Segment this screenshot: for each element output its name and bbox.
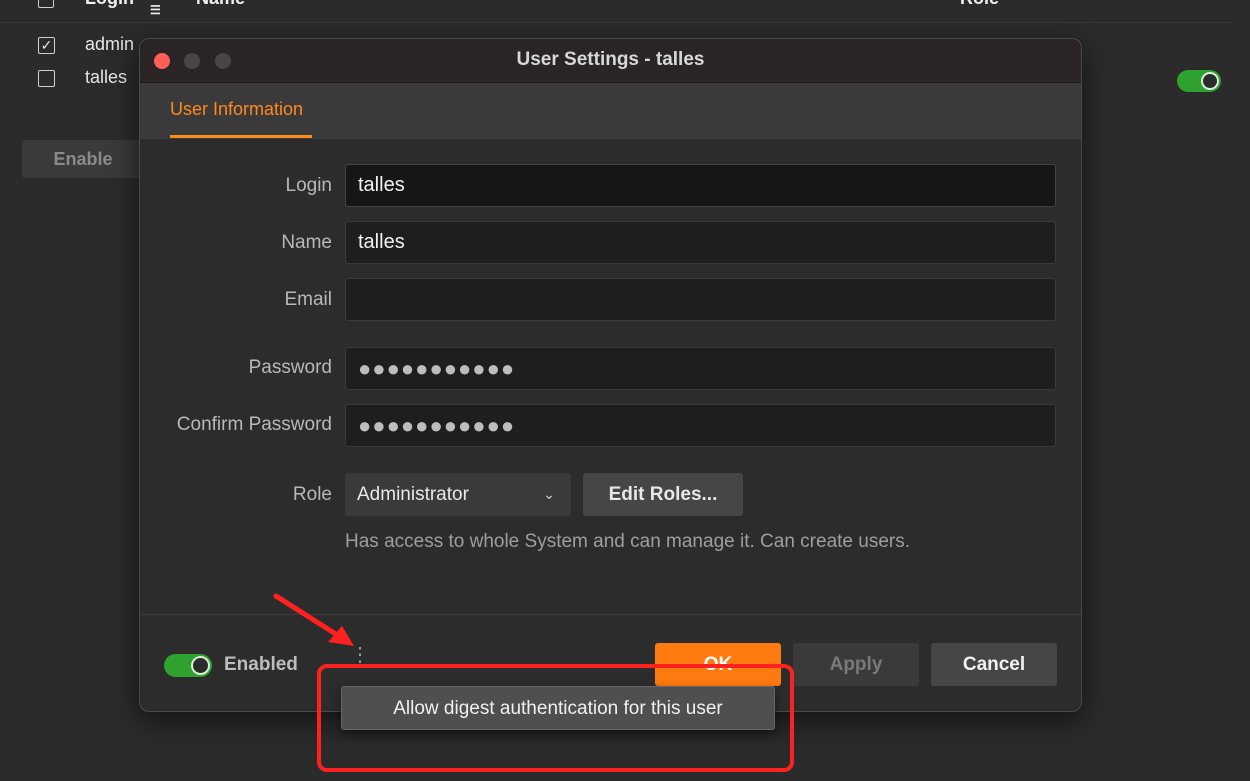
chevron-down-icon: ⌄ [543, 486, 555, 502]
login-field[interactable]: talles [345, 164, 1056, 207]
password-label: Password [248, 357, 332, 378]
enable-button[interactable]: Enable [22, 140, 144, 178]
password-value: ●●●●●●●●●●● [358, 356, 516, 381]
email-field[interactable] [345, 278, 1056, 321]
popup-menu-item-digest-auth[interactable]: Allow digest authentication for this use… [341, 686, 775, 730]
row-checkbox[interactable]: ✓ [38, 37, 55, 54]
row-checkbox[interactable] [38, 70, 55, 87]
email-label: Email [284, 289, 332, 310]
column-name[interactable]: Name [196, 0, 245, 9]
user-list-header: Login ☰ Name Role [0, 0, 1230, 23]
more-options-icon[interactable]: ⋮ [350, 645, 370, 665]
confirm-password-field[interactable]: ●●●●●●●●●●● [345, 404, 1056, 447]
tab-bar: User Information [140, 83, 1081, 139]
role-label: Role [292, 484, 332, 505]
row-enabled-toggle[interactable] [1177, 70, 1221, 92]
column-role[interactable]: Role [960, 0, 999, 9]
ok-button[interactable]: OK [655, 643, 781, 686]
password-field[interactable]: ●●●●●●●●●●● [345, 347, 1056, 390]
tab-user-information[interactable]: User Information [170, 99, 303, 120]
name-field[interactable]: talles [345, 221, 1056, 264]
sort-icon[interactable]: ☰ [150, 3, 168, 17]
confirm-password-label: Confirm Password [176, 414, 332, 435]
role-selected-value: Administrator [357, 484, 469, 505]
row-login: admin [85, 34, 135, 54]
login-label: Login [285, 175, 333, 196]
enabled-toggle[interactable] [164, 654, 212, 677]
apply-button[interactable]: Apply [793, 643, 919, 686]
role-description: Has access to whole System and can manag… [345, 531, 910, 552]
annotation-arrow-icon [273, 593, 354, 646]
edit-roles-button[interactable]: Edit Roles... [583, 473, 743, 516]
dialog-title: User Settings - talles [516, 49, 705, 70]
active-tab-indicator [170, 135, 312, 138]
column-login[interactable]: Login [85, 0, 134, 9]
title-bar: User Settings - talles [140, 39, 1081, 83]
name-label: Name [281, 232, 332, 253]
select-all-checkbox[interactable] [38, 0, 54, 8]
confirm-password-value: ●●●●●●●●●●● [358, 413, 516, 438]
role-select[interactable]: Administrator ⌄ [345, 473, 571, 516]
cancel-button[interactable]: Cancel [931, 643, 1057, 686]
row-login: talles [85, 67, 128, 87]
enabled-label: Enabled [224, 654, 298, 675]
